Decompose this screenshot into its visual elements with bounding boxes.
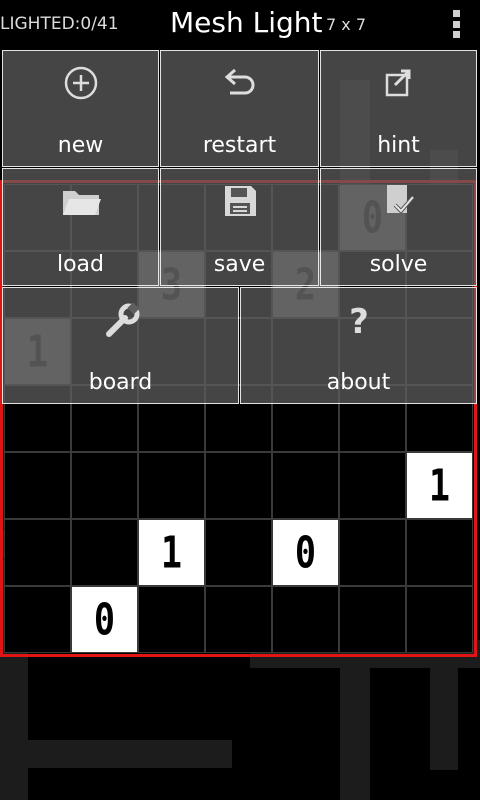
menu-item-save[interactable]: save: [160, 168, 319, 286]
overflow-menu-icon[interactable]: [446, 8, 466, 40]
menu-item-board[interactable]: board: [2, 287, 239, 404]
menu-item-new[interactable]: new: [2, 50, 159, 167]
menu-item-about[interactable]: ? about: [240, 287, 477, 404]
board-size: 7 x 7: [326, 15, 366, 34]
menu-item-label: restart: [202, 133, 277, 158]
question-icon: ?: [241, 300, 476, 340]
menu-item-label: about: [326, 370, 391, 395]
wrench-icon: [3, 300, 238, 340]
options-menu: new restart hint load save solve board ?…: [0, 48, 480, 405]
background-line: [0, 740, 232, 768]
menu-item-label: load: [56, 252, 105, 277]
lighted-counter: LIGHTED:0/41: [0, 14, 119, 34]
menu-item-label: board: [88, 370, 153, 395]
floppy-disk-icon: [161, 181, 318, 221]
menu-item-hint[interactable]: hint: [320, 50, 477, 167]
svg-text:?: ?: [349, 302, 369, 340]
menu-item-label: solve: [369, 252, 428, 277]
check-document-icon: [321, 181, 476, 221]
title-bar: LIGHTED:0/41 Mesh Light 7 x 7: [0, 0, 480, 48]
menu-item-load[interactable]: load: [2, 168, 159, 286]
menu-item-label: hint: [377, 133, 420, 158]
menu-item-label: new: [57, 133, 104, 158]
app-title: Mesh Light: [170, 6, 323, 39]
folder-icon: [3, 181, 158, 221]
undo-arrow-icon: [161, 63, 318, 103]
menu-item-label: save: [213, 252, 266, 277]
menu-item-restart[interactable]: restart: [160, 50, 319, 167]
menu-item-solve[interactable]: solve: [320, 168, 477, 286]
share-arrow-icon: [321, 63, 476, 103]
add-circle-icon: [3, 63, 158, 103]
